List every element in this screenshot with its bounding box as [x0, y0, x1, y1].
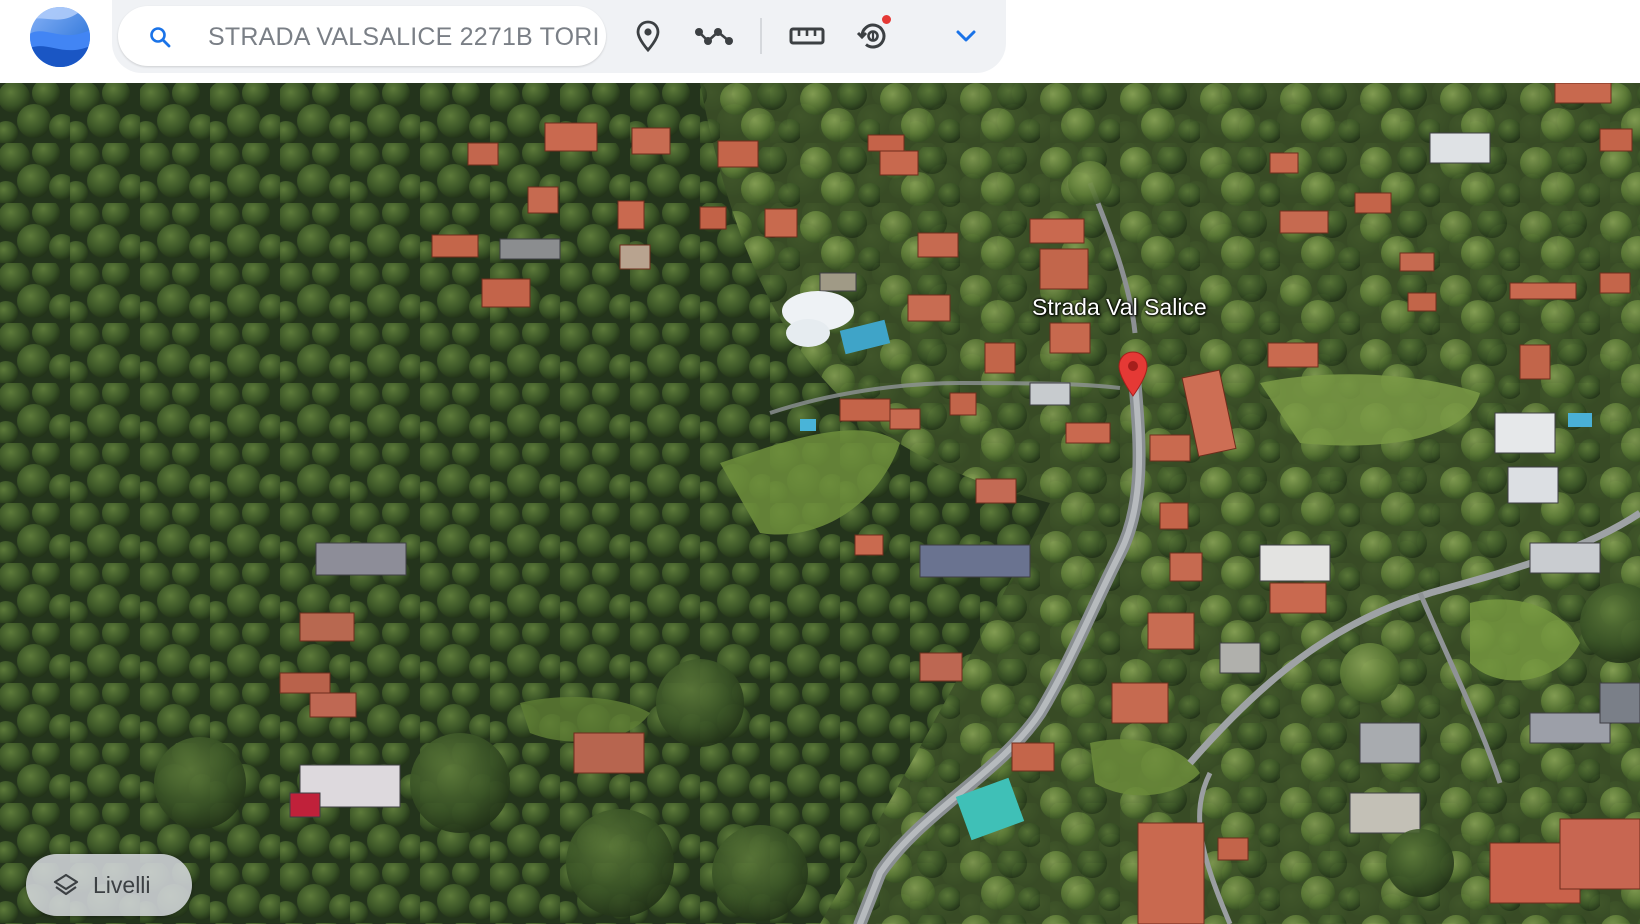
search-input[interactable]	[206, 16, 600, 58]
toolbar	[112, 0, 1006, 73]
notification-badge	[882, 15, 891, 24]
satellite-map[interactable]: Strada Val Salice Livelli	[0, 83, 1640, 924]
chevron-down-icon	[956, 30, 976, 42]
path-button[interactable]	[690, 12, 738, 60]
search-box[interactable]	[118, 6, 606, 66]
layers-button[interactable]: Livelli	[26, 854, 192, 916]
location-marker-icon[interactable]	[1117, 351, 1149, 397]
toolbar-divider	[760, 18, 762, 54]
history-button[interactable]	[849, 12, 897, 60]
more-button[interactable]	[942, 12, 990, 60]
place-label: Strada Val Salice	[1032, 294, 1207, 320]
ruler-icon	[789, 27, 825, 45]
search-icon	[150, 27, 171, 48]
place-pin-button[interactable]	[624, 12, 672, 60]
google-earth-logo[interactable]	[28, 5, 92, 69]
layers-icon	[53, 873, 79, 896]
layers-label: Livelli	[93, 871, 151, 898]
path-icon	[695, 28, 733, 45]
top-bar	[0, 0, 1640, 83]
map-pin-icon	[636, 20, 660, 52]
measure-button[interactable]	[783, 12, 831, 60]
aerial-imagery	[0, 83, 1640, 924]
